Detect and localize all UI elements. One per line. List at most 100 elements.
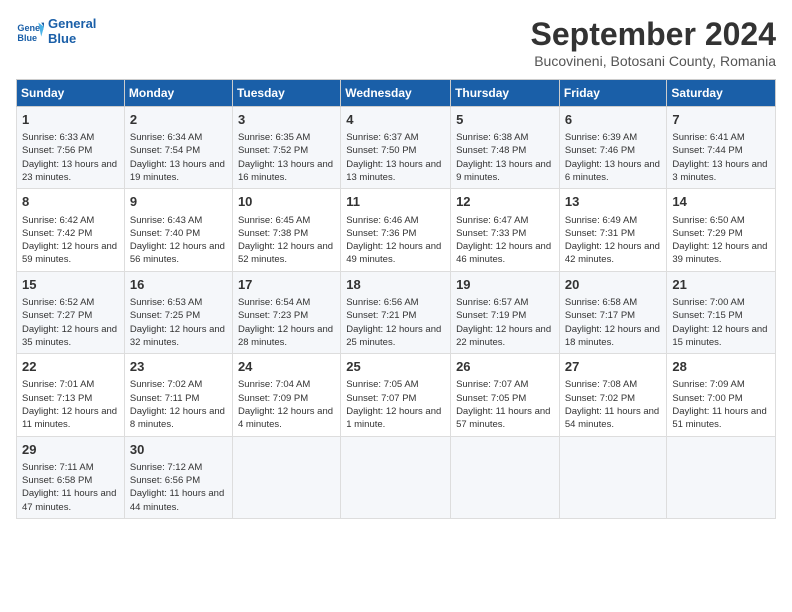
calendar-cell: 28 Sunrise: 7:09 AMSunset: 7:00 PMDayligh… <box>667 354 776 436</box>
col-header-sunday: Sunday <box>17 80 125 107</box>
day-info: Sunrise: 6:37 AMSunset: 7:50 PMDaylight:… <box>346 131 445 184</box>
calendar-cell: 5Sunrise: 6:38 AMSunset: 7:48 PMDaylight… <box>451 107 560 189</box>
calendar-header-row: SundayMondayTuesdayWednesdayThursdayFrid… <box>17 80 776 107</box>
day-number: 12 <box>456 193 554 211</box>
day-info: Sunrise: 6:58 AMSunset: 7:17 PMDaylight:… <box>565 296 662 349</box>
day-number: 27 <box>565 358 662 376</box>
day-number: 10 <box>238 193 335 211</box>
calendar-body: 1 Sunrise: 6:33 AMSunset: 7:56 PMDaylight… <box>17 107 776 519</box>
calendar-cell: 6 Sunrise: 6:39 AMSunset: 7:46 PMDaylight… <box>559 107 667 189</box>
calendar-cell: 23Sunrise: 7:02 AMSunset: 7:11 PMDayligh… <box>124 354 232 436</box>
calendar-cell: 20 Sunrise: 6:58 AMSunset: 7:17 PMDayligh… <box>559 271 667 353</box>
day-info: Sunrise: 6:39 AMSunset: 7:46 PMDaylight:… <box>565 131 662 184</box>
day-number: 3 <box>238 111 335 129</box>
calendar-cell: 22 Sunrise: 7:01 AMSunset: 7:13 PMDayligh… <box>17 354 125 436</box>
calendar-week-2: 8 Sunrise: 6:42 AMSunset: 7:42 PMDaylight… <box>17 189 776 271</box>
day-number: 14 <box>672 193 770 211</box>
calendar-cell: 24 Sunrise: 7:04 AMSunset: 7:09 PMDayligh… <box>232 354 340 436</box>
day-number: 11 <box>346 193 445 211</box>
day-info: Sunrise: 6:33 AMSunset: 7:56 PMDaylight:… <box>22 131 119 184</box>
calendar-week-5: 29 Sunrise: 7:11 AMSunset: 6:58 PMDayligh… <box>17 436 776 518</box>
calendar-cell: 18 Sunrise: 6:56 AMSunset: 7:21 PMDayligh… <box>341 271 451 353</box>
day-number: 29 <box>22 441 119 459</box>
calendar-cell: 11Sunrise: 6:46 AMSunset: 7:36 PMDayligh… <box>341 189 451 271</box>
day-info: Sunrise: 6:35 AMSunset: 7:52 PMDaylight:… <box>238 131 335 184</box>
title-block: September 2024 Bucovineni, Botosani Coun… <box>531 16 776 69</box>
day-info: Sunrise: 6:41 AMSunset: 7:44 PMDaylight:… <box>672 131 770 184</box>
calendar-cell: 14 Sunrise: 6:50 AMSunset: 7:29 PMDayligh… <box>667 189 776 271</box>
location-subtitle: Bucovineni, Botosani County, Romania <box>531 53 776 69</box>
day-info: Sunrise: 7:01 AMSunset: 7:13 PMDaylight:… <box>22 378 119 431</box>
day-info: Sunrise: 6:49 AMSunset: 7:31 PMDaylight:… <box>565 214 662 267</box>
calendar-cell: 21Sunrise: 7:00 AMSunset: 7:15 PMDayligh… <box>667 271 776 353</box>
col-header-monday: Monday <box>124 80 232 107</box>
calendar-cell: 12 Sunrise: 6:47 AMSunset: 7:33 PMDayligh… <box>451 189 560 271</box>
calendar-cell: 30Sunrise: 7:12 AMSunset: 6:56 PMDayligh… <box>124 436 232 518</box>
day-number: 17 <box>238 276 335 294</box>
day-number: 6 <box>565 111 662 129</box>
day-number: 16 <box>130 276 227 294</box>
day-number: 26 <box>456 358 554 376</box>
day-info: Sunrise: 6:56 AMSunset: 7:21 PMDaylight:… <box>346 296 445 349</box>
calendar-cell <box>232 436 340 518</box>
calendar-cell: 1 Sunrise: 6:33 AMSunset: 7:56 PMDaylight… <box>17 107 125 189</box>
day-info: Sunrise: 7:05 AMSunset: 7:07 PMDaylight:… <box>346 378 445 431</box>
day-info: Sunrise: 7:11 AMSunset: 6:58 PMDaylight:… <box>22 461 119 514</box>
col-header-wednesday: Wednesday <box>341 80 451 107</box>
calendar-cell: 15 Sunrise: 6:52 AMSunset: 7:27 PMDayligh… <box>17 271 125 353</box>
day-number: 23 <box>130 358 227 376</box>
day-number: 20 <box>565 276 662 294</box>
calendar-cell <box>451 436 560 518</box>
day-info: Sunrise: 6:42 AMSunset: 7:42 PMDaylight:… <box>22 214 119 267</box>
day-number: 19 <box>456 276 554 294</box>
day-number: 30 <box>130 441 227 459</box>
col-header-friday: Friday <box>559 80 667 107</box>
day-info: Sunrise: 7:00 AMSunset: 7:15 PMDaylight:… <box>672 296 770 349</box>
calendar-cell: 8 Sunrise: 6:42 AMSunset: 7:42 PMDaylight… <box>17 189 125 271</box>
calendar-cell: 10 Sunrise: 6:45 AMSunset: 7:38 PMDayligh… <box>232 189 340 271</box>
calendar-cell <box>667 436 776 518</box>
day-number: 8 <box>22 193 119 211</box>
calendar-table: SundayMondayTuesdayWednesdayThursdayFrid… <box>16 79 776 519</box>
calendar-cell: 19Sunrise: 6:57 AMSunset: 7:19 PMDayligh… <box>451 271 560 353</box>
day-number: 25 <box>346 358 445 376</box>
day-number: 4 <box>346 111 445 129</box>
day-info: Sunrise: 6:34 AMSunset: 7:54 PMDaylight:… <box>130 131 227 184</box>
logo-text: GeneralBlue <box>48 16 96 46</box>
col-header-saturday: Saturday <box>667 80 776 107</box>
calendar-cell: 25 Sunrise: 7:05 AMSunset: 7:07 PMDayligh… <box>341 354 451 436</box>
day-info: Sunrise: 7:09 AMSunset: 7:00 PMDaylight:… <box>672 378 770 431</box>
calendar-week-4: 22 Sunrise: 7:01 AMSunset: 7:13 PMDayligh… <box>17 354 776 436</box>
calendar-cell: 29 Sunrise: 7:11 AMSunset: 6:58 PMDayligh… <box>17 436 125 518</box>
day-info: Sunrise: 7:07 AMSunset: 7:05 PMDaylight:… <box>456 378 554 431</box>
col-header-thursday: Thursday <box>451 80 560 107</box>
day-info: Sunrise: 7:04 AMSunset: 7:09 PMDaylight:… <box>238 378 335 431</box>
day-number: 7 <box>672 111 770 129</box>
day-number: 1 <box>22 111 119 129</box>
day-info: Sunrise: 6:54 AMSunset: 7:23 PMDaylight:… <box>238 296 335 349</box>
page-header: General Blue GeneralBlue September 2024 … <box>16 16 776 69</box>
calendar-cell: 13Sunrise: 6:49 AMSunset: 7:31 PMDayligh… <box>559 189 667 271</box>
day-number: 15 <box>22 276 119 294</box>
day-number: 22 <box>22 358 119 376</box>
calendar-cell <box>559 436 667 518</box>
calendar-cell: 3 Sunrise: 6:35 AMSunset: 7:52 PMDaylight… <box>232 107 340 189</box>
calendar-cell: 2 Sunrise: 6:34 AMSunset: 7:54 PMDaylight… <box>124 107 232 189</box>
logo-icon: General Blue <box>16 17 44 45</box>
calendar-week-1: 1 Sunrise: 6:33 AMSunset: 7:56 PMDaylight… <box>17 107 776 189</box>
day-info: Sunrise: 6:52 AMSunset: 7:27 PMDaylight:… <box>22 296 119 349</box>
calendar-cell: 26 Sunrise: 7:07 AMSunset: 7:05 PMDayligh… <box>451 354 560 436</box>
day-number: 24 <box>238 358 335 376</box>
calendar-cell: 7 Sunrise: 6:41 AMSunset: 7:44 PMDaylight… <box>667 107 776 189</box>
day-number: 2 <box>130 111 227 129</box>
day-number: 18 <box>346 276 445 294</box>
calendar-cell: 4 Sunrise: 6:37 AMSunset: 7:50 PMDaylight… <box>341 107 451 189</box>
day-info: Sunrise: 6:47 AMSunset: 7:33 PMDaylight:… <box>456 214 554 267</box>
day-number: 28 <box>672 358 770 376</box>
day-info: Sunrise: 6:45 AMSunset: 7:38 PMDaylight:… <box>238 214 335 267</box>
logo: General Blue GeneralBlue <box>16 16 96 46</box>
day-info: Sunrise: 6:50 AMSunset: 7:29 PMDaylight:… <box>672 214 770 267</box>
calendar-cell <box>341 436 451 518</box>
calendar-cell: 9Sunrise: 6:43 AMSunset: 7:40 PMDaylight… <box>124 189 232 271</box>
calendar-cell: 17 Sunrise: 6:54 AMSunset: 7:23 PMDayligh… <box>232 271 340 353</box>
